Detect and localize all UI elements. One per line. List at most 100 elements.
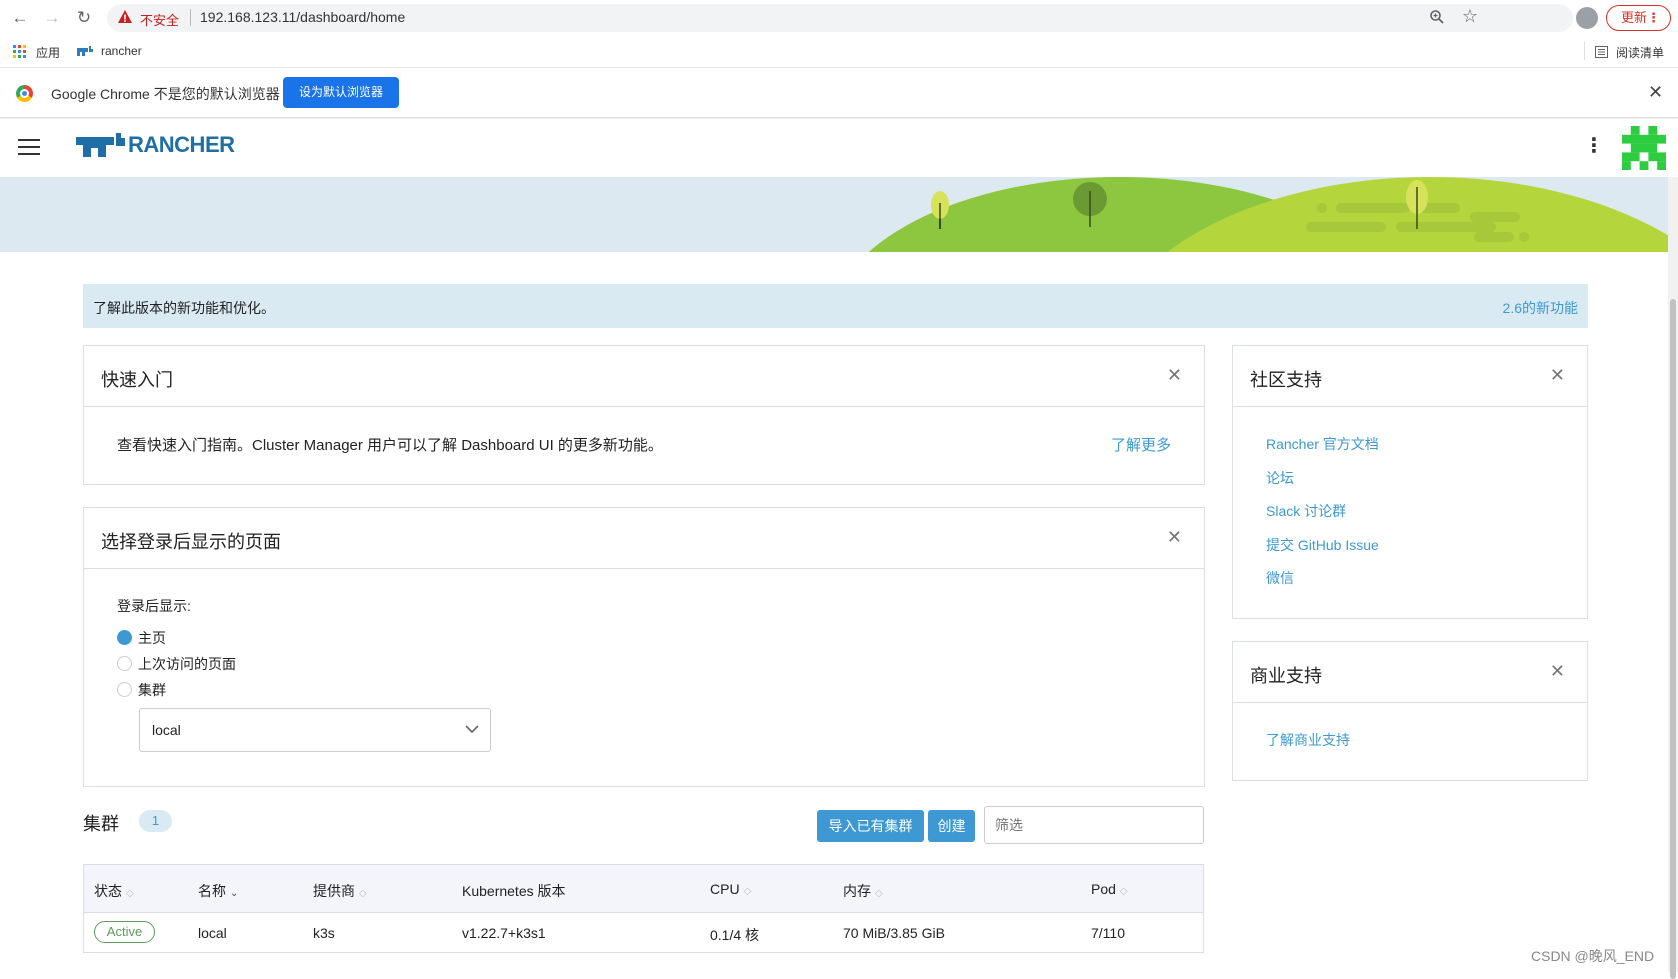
sort-icon: ◇: [875, 888, 883, 899]
radio-label-cluster: 集群: [138, 682, 166, 698]
column-label: CPU: [710, 881, 740, 897]
close-icon[interactable]: ✕: [1167, 365, 1182, 386]
quickstart-card: 快速入门 ✕ 查看快速入门指南。Cluster Manager 用户可以了解 D…: [83, 345, 1205, 485]
hamburger-menu-icon[interactable]: [18, 139, 40, 155]
close-icon[interactable]: ✕: [1167, 527, 1182, 548]
chrome-logo-icon: [16, 85, 33, 102]
rancher-logo-text: RANCHER: [128, 132, 235, 157]
cell-memory: 70 MiB/3.85 GiB: [843, 925, 945, 941]
bookmark-star-icon[interactable]: ☆: [1462, 6, 1478, 27]
landing-title: 选择登录后显示的页面: [101, 532, 281, 552]
default-browser-infobar: Google Chrome 不是您的默认浏览器 设为默认浏览器 ✕: [0, 68, 1678, 118]
sort-desc-icon: ⌄: [230, 888, 239, 899]
cell-k8s-version: v1.22.7+k3s1: [462, 925, 546, 941]
community-link-github[interactable]: 提交 GitHub Issue: [1266, 535, 1379, 555]
apps-grid-icon: [13, 45, 26, 58]
reload-icon[interactable]: ↻: [74, 8, 94, 28]
profile-icon[interactable]: [1576, 7, 1598, 29]
import-cluster-button[interactable]: 导入已有集群: [817, 810, 924, 842]
quickstart-title: 快速入门: [101, 370, 173, 390]
status-badge: Active: [94, 921, 155, 943]
column-header-cpu[interactable]: CPU ◇: [710, 881, 751, 897]
cluster-select[interactable]: local: [139, 708, 491, 752]
scrollbar-thumb[interactable]: [1670, 299, 1676, 979]
column-header-memory[interactable]: 内存 ◇: [843, 881, 883, 901]
hero-banner: [0, 177, 1668, 252]
close-icon[interactable]: ✕: [1550, 365, 1565, 386]
radio-cluster[interactable]: [117, 682, 132, 697]
bookmark-apps[interactable]: 应用: [36, 44, 60, 61]
radio-home[interactable]: [117, 630, 132, 645]
zoom-icon[interactable]: [1429, 9, 1445, 25]
column-label: 内存: [843, 883, 871, 899]
forward-icon[interactable]: →: [42, 8, 62, 28]
column-label: 状态: [94, 883, 122, 899]
filter-input[interactable]: [984, 806, 1204, 844]
column-header-state[interactable]: 状态 ◇: [94, 881, 134, 901]
rancher-header: RANCHER ⋮: [0, 119, 1678, 177]
commercial-support-link[interactable]: 了解商业支持: [1266, 730, 1350, 750]
user-avatar[interactable]: [1622, 126, 1666, 170]
column-header-provider[interactable]: 提供商 ◇: [313, 881, 367, 901]
bookmarks-bar: 应用 rancher 阅读清单: [0, 36, 1678, 68]
back-icon[interactable]: ←: [10, 8, 30, 28]
card-header: 选择登录后显示的页面 ✕: [84, 508, 1204, 569]
quickstart-body: 查看快速入门指南。Cluster Manager 用户可以了解 Dashboar…: [117, 437, 663, 454]
url-separator: [190, 9, 191, 26]
learn-more-link[interactable]: 了解更多: [1111, 434, 1171, 455]
whats-new-link[interactable]: 2.6的新功能: [1503, 298, 1578, 318]
column-label: 提供商: [313, 883, 355, 899]
bookmark-rancher[interactable]: rancher: [101, 44, 142, 58]
close-icon[interactable]: ✕: [1550, 661, 1565, 682]
bookmark-divider: [1584, 42, 1585, 60]
card-header: 商业支持 ✕: [1233, 642, 1587, 703]
create-cluster-button[interactable]: 创建: [928, 810, 975, 842]
community-support-card: 社区支持 ✕ Rancher 官方文档 论坛 Slack 讨论群 提交 GitH…: [1232, 345, 1588, 619]
community-link-docs[interactable]: Rancher 官方文档: [1266, 434, 1379, 454]
sort-icon: ◇: [743, 886, 752, 897]
set-default-browser-button[interactable]: 设为默认浏览器: [283, 77, 399, 108]
column-header-name[interactable]: 名称 ⌄: [198, 881, 238, 901]
column-header-k8s-version[interactable]: Kubernetes 版本: [462, 881, 566, 901]
community-link-wechat[interactable]: 微信: [1266, 568, 1294, 588]
radio-label-home: 主页: [138, 630, 166, 646]
clusters-title: 集群: [83, 814, 119, 834]
cluster-select-value: local: [152, 722, 181, 738]
infobar-close-icon[interactable]: ✕: [1648, 82, 1663, 103]
cell-pods: 7/110: [1091, 925, 1125, 941]
sort-icon: ◇: [126, 888, 134, 899]
warning-icon: [118, 10, 132, 23]
browser-toolbar: ← → ↻ 不安全 192.168.123.11/dashboard/home …: [0, 0, 1678, 36]
column-label: Pod: [1091, 881, 1116, 897]
reading-list-icon: [1595, 46, 1608, 58]
landing-page-card: 选择登录后显示的页面 ✕ 登录后显示: 主页 上次访问的页面 集群 local: [83, 507, 1205, 787]
hills-illustration: [868, 177, 1668, 252]
clusters-table: 状态 ◇ 名称 ⌄ 提供商 ◇ Kubernetes 版本 CPU ◇ 内存 ◇ Pod ◇…: [83, 864, 1204, 953]
address-bar[interactable]: 不安全 192.168.123.11/dashboard/home ☆: [107, 4, 1573, 32]
sort-icon: ◇: [1119, 886, 1128, 897]
notice-text: 了解此版本的新功能和优化。: [93, 300, 275, 316]
update-button[interactable]: 更新 ⋮: [1606, 5, 1671, 31]
url-text[interactable]: 192.168.123.11/dashboard/home: [200, 9, 405, 25]
commercial-support-card: 商业支持 ✕ 了解商业支持: [1232, 641, 1588, 781]
cluster-name-link[interactable]: local: [198, 925, 227, 941]
column-header-pods[interactable]: Pod ◇: [1091, 881, 1128, 897]
clusters-count-badge: 1: [139, 810, 172, 832]
rancher-logo[interactable]: RANCHER: [76, 129, 236, 164]
bookmark-reading-list[interactable]: 阅读清单: [1616, 44, 1664, 61]
radio-last-visited[interactable]: [117, 656, 132, 671]
release-notice: 了解此版本的新功能和优化。 2.6的新功能: [83, 284, 1588, 328]
page-scrollbar[interactable]: [1668, 177, 1678, 979]
community-title: 社区支持: [1250, 370, 1322, 390]
card-header: 社区支持 ✕: [1233, 346, 1587, 407]
kebab-menu-icon[interactable]: ⋮: [1584, 133, 1604, 158]
chevron-down-icon: [465, 725, 479, 734]
landing-label: 登录后显示:: [117, 598, 191, 614]
radio-label-last-visited: 上次访问的页面: [138, 656, 236, 672]
column-label: Kubernetes 版本: [462, 883, 566, 899]
cell-cpu: 0.1/4 核: [710, 927, 760, 943]
community-link-slack[interactable]: Slack 讨论群: [1266, 501, 1346, 521]
community-link-forum[interactable]: 论坛: [1266, 468, 1294, 488]
column-label: 名称: [198, 883, 226, 899]
rancher-favicon-icon: [77, 46, 93, 56]
